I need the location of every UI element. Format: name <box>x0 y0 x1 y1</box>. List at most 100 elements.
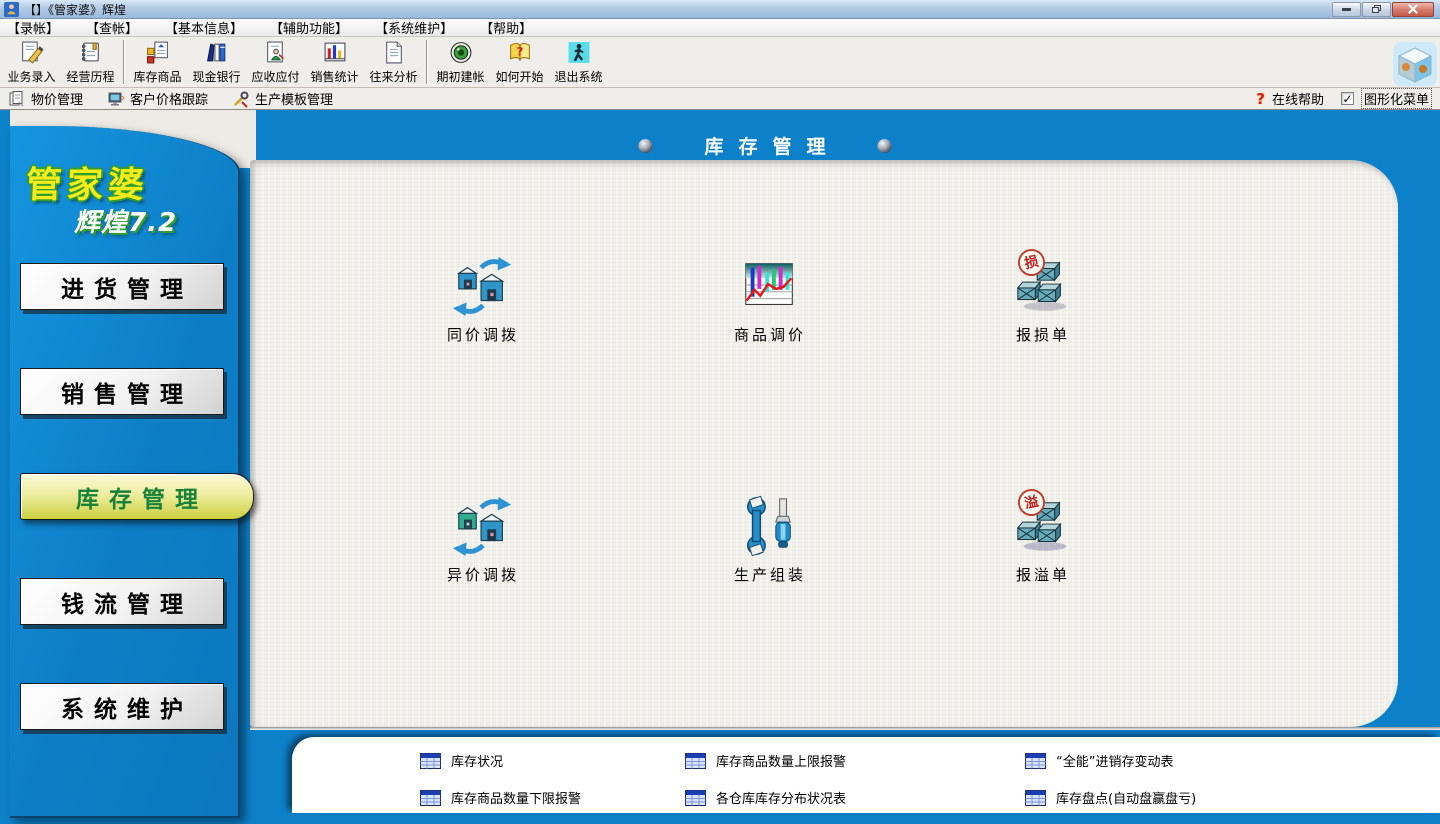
tools-icon <box>232 90 250 108</box>
menu-help[interactable]: 【帮助】 <box>480 18 532 37</box>
report-link-label: “全能”进销存变动表 <box>1056 751 1173 770</box>
toolbar-button-exit-system[interactable]: 退出系统 <box>549 39 608 86</box>
menu-basic-info[interactable]: 【基本信息】 <box>165 18 243 37</box>
cube-logo-icon <box>1393 42 1437 86</box>
toolbar-button-how-to-start[interactable]: ? 如何开始 <box>490 39 549 86</box>
table-icon <box>685 790 706 806</box>
toolbar-label: 库存商品 <box>133 68 181 85</box>
sidebar-item-inventory[interactable]: 库存管理 <box>20 473 254 520</box>
window-controls <box>1332 2 1436 17</box>
monitor-icon <box>107 90 125 108</box>
toolbar-label: 销售统计 <box>310 68 358 85</box>
feature-loss-report[interactable]: 损 报损单 <box>958 255 1128 345</box>
brand-version: 辉煌7.2 <box>74 202 177 239</box>
restore-button[interactable] <box>1362 2 1391 17</box>
report-link-label: 各仓库库存分布状况表 <box>716 788 846 807</box>
online-help-label[interactable]: 在线帮助 <box>1272 89 1324 108</box>
help-question-icon[interactable]: ? <box>1256 90 1265 108</box>
table-icon <box>420 790 441 806</box>
diff-price-transfer-icon <box>452 495 514 557</box>
toolbar2-right-group: ? 在线帮助 图形化菜单 <box>1256 88 1440 109</box>
goods-reprice-chart-icon <box>739 255 801 317</box>
section-title-band: 库存管理 <box>638 132 891 159</box>
pen-paper-icon <box>19 40 45 65</box>
feature-label: 异价调拨 <box>398 564 568 585</box>
feature-overflow-report[interactable]: 溢 报溢单 <box>958 495 1128 585</box>
app-icon <box>4 2 19 17</box>
toolbar-button-receivable-payable[interactable]: 应收应付 <box>246 39 305 86</box>
close-icon <box>1408 4 1418 14</box>
brand-logo: 管家婆 <box>25 156 151 208</box>
toolbar2-button-price-management[interactable]: 物价管理 <box>8 89 83 108</box>
graphic-menu-checkbox[interactable] <box>1341 92 1354 105</box>
ledger-icon <box>78 40 104 65</box>
toolbar2-button-production-template[interactable]: 生产模板管理 <box>232 89 333 108</box>
toolbar-button-cash-bank[interactable]: 现金银行 <box>187 39 246 86</box>
toolbar-button-transaction-analysis[interactable]: 往来分析 <box>364 39 423 86</box>
minimize-icon <box>1342 8 1351 11</box>
feature-goods-reprice[interactable]: 商品调价 <box>685 255 855 345</box>
toolbar-label: 业务录入 <box>7 68 55 85</box>
menu-query[interactable]: 【查帐】 <box>86 18 138 37</box>
minimize-button[interactable] <box>1332 2 1361 17</box>
window-title: 【】《管家婆》辉煌 <box>24 1 126 18</box>
toolbar-label: 退出系统 <box>554 68 602 85</box>
toolbar-label: 如何开始 <box>495 68 543 85</box>
toolbar2-label: 客户价格跟踪 <box>130 89 208 108</box>
toolbar-separator <box>426 40 428 84</box>
toolbar-label: 经营历程 <box>66 68 114 85</box>
close-button[interactable] <box>1392 2 1434 17</box>
feature-diff-price-transfer[interactable]: 异价调拨 <box>398 495 568 585</box>
loss-crates-icon: 损 <box>1012 255 1074 317</box>
price-docs-icon <box>8 90 26 108</box>
link-lower-limit-alarm[interactable]: 库存商品数量下限报警 <box>420 788 581 807</box>
toolbar-label: 期初建帐 <box>436 68 484 85</box>
overflow-crates-icon: 溢 <box>1012 495 1074 557</box>
toolbar2-label: 生产模板管理 <box>255 89 333 108</box>
section-title: 库存管理 <box>704 132 840 159</box>
table-icon <box>1025 753 1046 769</box>
menu-system-maintenance[interactable]: 【系统维护】 <box>375 18 453 37</box>
graphic-menu-label[interactable]: 图形化菜单 <box>1361 88 1432 109</box>
report-link-label: 库存商品数量下限报警 <box>451 788 581 807</box>
link-upper-limit-alarm[interactable]: 库存商品数量上限报警 <box>685 751 846 770</box>
toolbar-button-initial-account[interactable]: 期初建帐 <box>431 39 490 86</box>
menu-record[interactable]: 【录帐】 <box>7 18 59 37</box>
table-icon <box>1025 790 1046 806</box>
sidebar-item-sales[interactable]: 销售管理 <box>20 368 224 415</box>
feature-same-price-transfer[interactable]: 同价调拨 <box>398 255 568 345</box>
feature-label: 报损单 <box>958 324 1128 345</box>
link-allround-change-table[interactable]: “全能”进销存变动表 <box>1025 751 1173 770</box>
feature-production-assembly[interactable]: 生产组装 <box>685 495 855 585</box>
sidebar: 管家婆 辉煌7.2 进货管理 销售管理 库存管理 钱流管理 系统维护 <box>10 126 240 818</box>
link-warehouse-distribution[interactable]: 各仓库库存分布状况表 <box>685 788 846 807</box>
toolbar-label: 往来分析 <box>369 68 417 85</box>
toolbar2-button-customer-price-tracking[interactable]: 客户价格跟踪 <box>107 89 208 108</box>
toolbar-separator <box>123 40 125 84</box>
content-panel: 同价调拨 商品调价 损 报损单 异价调拨 <box>250 160 1398 727</box>
production-tools-icon <box>739 495 801 557</box>
goods-box-icon <box>145 40 171 65</box>
toolbar-button-operation-history[interactable]: 经营历程 <box>61 39 120 86</box>
titlebar: 【】《管家婆》辉煌 <box>0 0 1440 19</box>
sidebar-item-purchase[interactable]: 进货管理 <box>20 263 224 310</box>
toolbar-button-sales-statistics[interactable]: 销售统计 <box>305 39 364 86</box>
feature-label: 商品调价 <box>685 324 855 345</box>
table-icon <box>685 753 706 769</box>
table-icon <box>420 753 441 769</box>
sidebar-item-cashflow[interactable]: 钱流管理 <box>20 578 224 625</box>
restore-icon <box>1372 5 1381 13</box>
menu-auxiliary[interactable]: 【辅助功能】 <box>270 18 348 37</box>
link-stocktaking[interactable]: 库存盘点(自动盘赢盘亏) <box>1025 788 1196 807</box>
same-price-transfer-icon <box>452 255 514 317</box>
link-inventory-status[interactable]: 库存状况 <box>420 751 503 770</box>
toolbar-button-business-entry[interactable]: 业务录入 <box>2 39 61 86</box>
toolbar-button-inventory-goods[interactable]: 库存商品 <box>128 39 187 86</box>
sales-chart-icon <box>322 40 348 65</box>
feature-label: 报溢单 <box>958 564 1128 585</box>
sidebar-item-system-maintenance[interactable]: 系统维护 <box>20 683 224 730</box>
app-window: 【】《管家婆》辉煌 【录帐】 【查帐】 【基本信息】 【辅助功能】 【系统维护】… <box>0 0 1440 824</box>
report-link-label: 库存状况 <box>451 751 503 770</box>
report-link-label: 库存盘点(自动盘赢盘亏) <box>1056 788 1196 807</box>
sphere-icon <box>638 139 652 153</box>
